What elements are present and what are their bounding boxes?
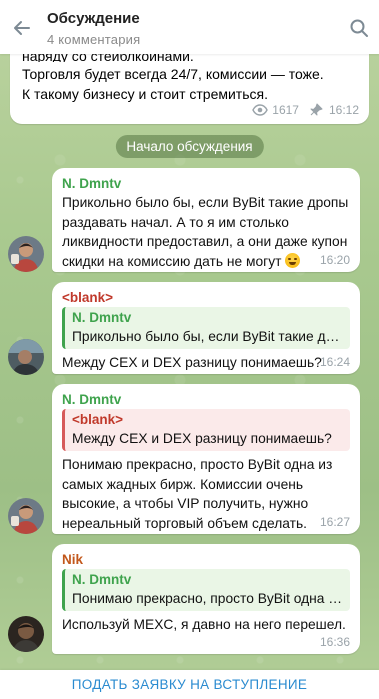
message-text: Прикольно было бы, если ByBit такие дроп… [62, 195, 349, 269]
comments-count: 4 комментария [47, 32, 141, 47]
reply-author: N. Dmntv [72, 310, 132, 325]
message-text: Используй MEXC, я давно на него перешел. [62, 617, 346, 632]
message-bubble[interactable]: <blank> N. Dmntv Прикольно было бы, если… [52, 282, 360, 374]
message-time: 16:24 [319, 355, 350, 369]
back-arrow-icon [14, 21, 30, 35]
smiling-sweat-emoji-icon [285, 252, 301, 268]
message-time: 16:36 [319, 635, 350, 649]
post-text-line: К такому бизнесу и стоит стремиться. [22, 86, 268, 102]
header-bar: Обсуждение 4 комментария [0, 0, 379, 54]
channel-post[interactable]: наряду со стейблкоинами. Торговля будет … [10, 44, 369, 124]
reply-quote[interactable]: <blank> Между CEX и DEX разницу понимаеш… [62, 409, 350, 451]
message-bubble[interactable]: N. Dmntv Прикольно было бы, если ByBit т… [52, 168, 360, 272]
footer-bar: ПОДАТЬ ЗАЯВКУ НА ВСТУПЛЕНИЕ [0, 670, 379, 699]
pin-icon [310, 103, 323, 116]
message-author[interactable]: N. Dmntv [62, 392, 350, 407]
reply-text: Понимаю прекрасно, просто ByBit одна из … [72, 591, 343, 606]
message-bubble[interactable]: Nik N. Dmntv Понимаю прекрасно, просто B… [52, 544, 360, 654]
post-time: 16:12 [328, 103, 359, 117]
reply-text: Между CEX и DEX разницу понимаешь? [72, 431, 332, 446]
page-title: Обсуждение [47, 10, 140, 27]
views-eye-icon [252, 104, 269, 116]
reply-author: <blank> [72, 412, 124, 427]
post-meta: 1617 16:12 [252, 103, 359, 117]
message-author[interactable]: <blank> [62, 290, 350, 305]
user-avatar-image [8, 498, 44, 534]
reply-quote[interactable]: N. Dmntv Понимаю прекрасно, просто ByBit… [62, 569, 350, 611]
message-text: Между CEX и DEX разницу понимаешь? [62, 355, 322, 370]
user-avatar-image [8, 339, 44, 375]
avatar[interactable] [8, 236, 44, 272]
message-time: 16:27 [319, 515, 350, 529]
reply-author: N. Dmntv [72, 572, 132, 587]
avatar[interactable] [8, 616, 44, 652]
search-button[interactable] [345, 14, 373, 42]
reply-quote[interactable]: N. Dmntv Прикольно было бы, если ByBit т… [62, 307, 350, 349]
user-avatar-image [8, 236, 44, 272]
message-author[interactable]: Nik [62, 552, 350, 567]
discussion-start-label: Начало обсуждения [115, 135, 264, 158]
views-count: 1617 [272, 103, 299, 117]
avatar[interactable] [8, 339, 44, 375]
message-author[interactable]: N. Dmntv [62, 176, 350, 191]
post-text-line: Торговля будет всегда 24/7, комиссии — т… [22, 66, 324, 82]
message-time: 16:20 [319, 253, 350, 267]
user-avatar-image [8, 616, 44, 652]
reply-text: Прикольно было бы, если ByBit такие дро… [72, 329, 343, 344]
avatar[interactable] [8, 498, 44, 534]
message-text: Понимаю прекрасно, просто ByBit одна из … [62, 457, 333, 531]
back-button[interactable] [8, 14, 36, 42]
search-icon [350, 19, 368, 37]
join-request-button[interactable]: ПОДАТЬ ЗАЯВКУ НА ВСТУПЛЕНИЕ [72, 677, 307, 692]
message-bubble[interactable]: N. Dmntv <blank> Между CEX и DEX разницу… [52, 384, 360, 534]
